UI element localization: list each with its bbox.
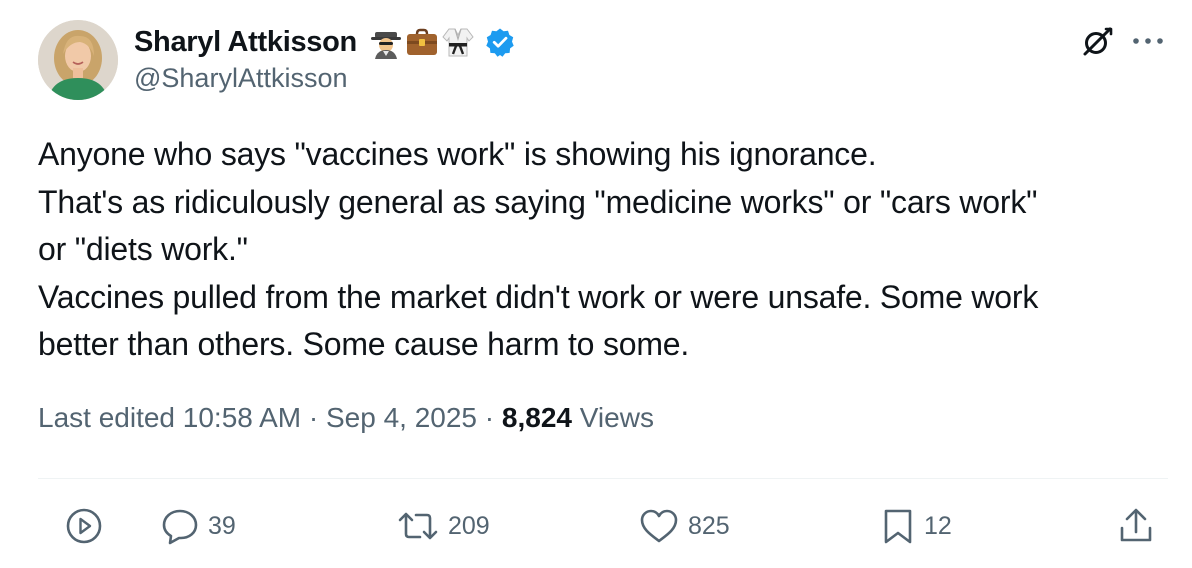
- share-button[interactable]: [1118, 506, 1154, 546]
- bookmark-count: 12: [924, 511, 952, 540]
- martial-arts-uniform-icon: [442, 28, 474, 57]
- bookmark-button[interactable]: 12: [880, 506, 952, 546]
- reply-count: 39: [208, 511, 236, 540]
- grok-play-button[interactable]: [64, 506, 104, 546]
- tweet-line: Vaccines pulled from the market didn't w…: [38, 278, 1039, 315]
- tweet-line: better than others. Some cause harm to s…: [38, 326, 690, 362]
- heart-icon: [640, 509, 678, 543]
- tweet-text: Anyone who says "vaccines work" is showi…: [38, 131, 1168, 369]
- author-name-row: Sharyl Attkisson: [134, 22, 515, 62]
- views-label: Views: [571, 402, 654, 433]
- divider: [38, 478, 1168, 479]
- repost-button[interactable]: 209: [396, 506, 490, 546]
- tweet-meta: Last edited 10:58 AM · Sep 4, 2025 · 8,8…: [38, 402, 654, 434]
- grok-icon[interactable]: [1080, 25, 1114, 59]
- briefcase-icon: [406, 28, 437, 55]
- share-icon: [1120, 508, 1152, 542]
- repost-icon: [398, 512, 438, 540]
- views-count: 8,824: [501, 402, 572, 433]
- avatar[interactable]: [38, 20, 118, 100]
- like-count: 825: [688, 511, 730, 540]
- edited-label[interactable]: Last edited: [38, 402, 183, 434]
- author-handle[interactable]: @SharylAttkisson: [134, 63, 347, 94]
- detective-icon: [370, 32, 401, 59]
- repost-count: 209: [448, 511, 490, 540]
- tweet-line: or "diets work.": [38, 231, 248, 267]
- more-options-icon[interactable]: [1131, 30, 1165, 52]
- meta-separator: ·: [477, 402, 502, 433]
- reply-icon: [162, 509, 198, 545]
- name-emojis: [369, 25, 475, 59]
- tweet-line: That's as ridiculously general as saying…: [38, 183, 1038, 220]
- play-circle-icon: [66, 508, 102, 544]
- tweet-line: Anyone who says "vaccines work" is showi…: [38, 136, 877, 172]
- display-name[interactable]: Sharyl Attkisson: [134, 26, 357, 59]
- verified-badge-icon[interactable]: [485, 27, 515, 57]
- bookmark-icon: [884, 509, 912, 544]
- reply-button[interactable]: 39: [160, 506, 236, 546]
- tweet-date[interactable]: Sep 4, 2025: [326, 402, 477, 434]
- tweet-card: Sharyl Attkisson @SharylAttkisson Anyone…: [0, 0, 1192, 568]
- meta-separator: ·: [301, 402, 326, 433]
- like-button[interactable]: 825: [638, 506, 730, 546]
- tweet-time[interactable]: 10:58 AM: [183, 402, 301, 434]
